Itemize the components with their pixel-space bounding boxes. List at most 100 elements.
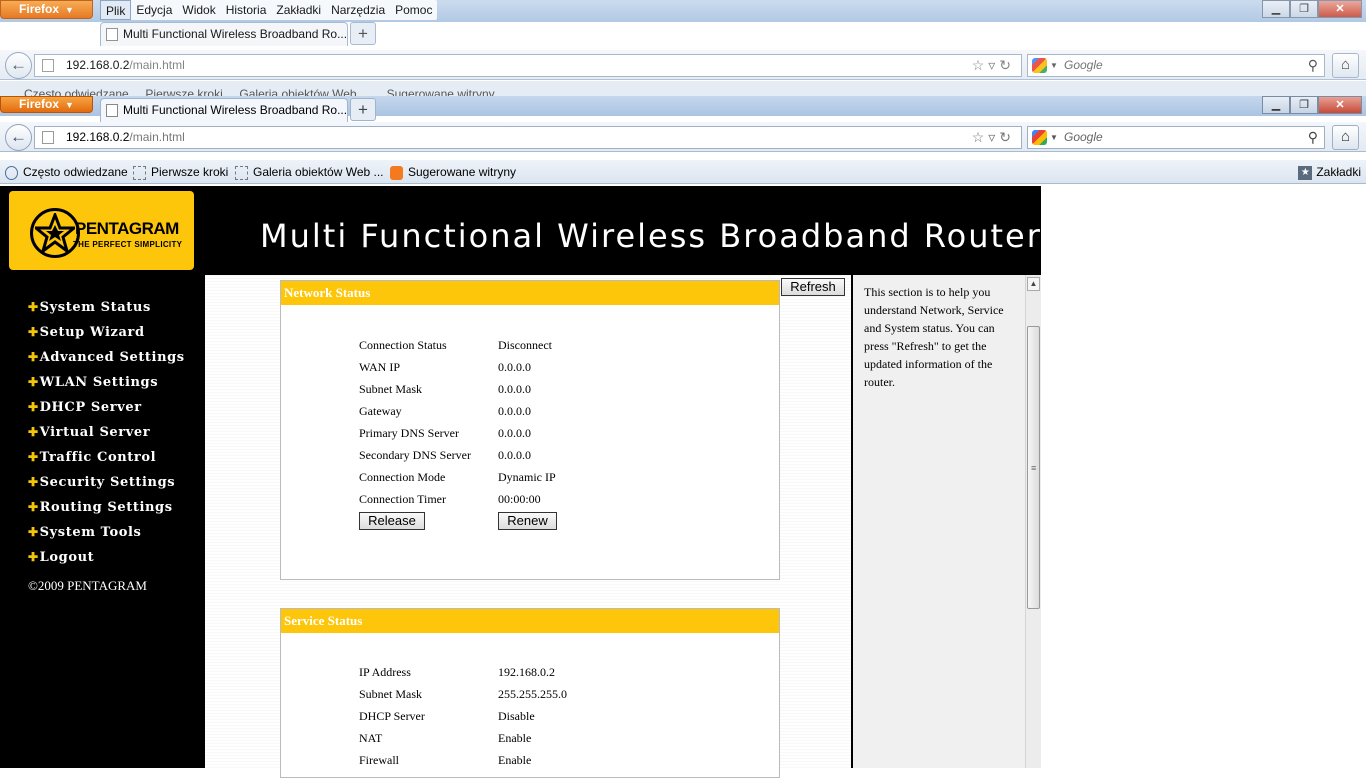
main-content: Refresh Network Status Connection Status… (205, 275, 851, 778)
new-tab-button[interactable]: + (350, 22, 376, 45)
value-nat: Enable (498, 731, 532, 745)
value-connection-status: Disconnect (498, 338, 552, 352)
nav-dhcp-server[interactable]: ✚DHCP Server (28, 400, 142, 415)
home-button[interactable]: ⌂ (1332, 125, 1359, 150)
value-subnet-mask: 0.0.0.0 (498, 382, 531, 396)
bullet-icon: ✚ (28, 425, 39, 439)
release-button[interactable]: Release (359, 512, 425, 530)
search-bar[interactable]: ▼ Google ⚲ (1027, 54, 1325, 77)
scroll-up-arrow-icon[interactable]: ▲ (1027, 277, 1040, 291)
nav-advanced-settings[interactable]: ✚Advanced Settings (28, 350, 185, 365)
nav-label: Routing Settings (39, 500, 173, 515)
value-secondary-dns: 0.0.0.0 (498, 448, 531, 462)
nav-label: DHCP Server (39, 400, 142, 415)
back-button[interactable]: ← (5, 124, 32, 151)
value-primary-dns: 0.0.0.0 (498, 426, 531, 440)
label-subnet-mask: Subnet Mask (359, 687, 422, 701)
pentagram-logo: PENTAGRAM THE PERFECT SIMPLICITY (9, 191, 194, 270)
home-button[interactable]: ⌂ (1332, 53, 1359, 78)
bullet-icon: ✚ (28, 450, 39, 464)
help-scrollbar[interactable]: ▲ ≡ (1025, 275, 1041, 768)
bullet-icon: ✚ (28, 400, 39, 414)
help-text: This section is to help you understand N… (864, 285, 1004, 389)
nav-logout[interactable]: ✚Logout (28, 550, 94, 565)
nav-virtual-server[interactable]: ✚Virtual Server (28, 425, 150, 440)
nav-label: Security Settings (39, 475, 176, 490)
nav-routing-settings[interactable]: ✚Routing Settings (28, 500, 173, 515)
bookmark-sugerowane[interactable]: Sugerowane witryny (390, 164, 516, 180)
bookmarks-toolbar: Często odwiedzane Pierwsze kroki Galeria… (0, 160, 1366, 184)
nav-system-tools[interactable]: ✚System Tools (28, 525, 141, 540)
new-tab-button[interactable]: + (350, 98, 376, 121)
site-identity-icon[interactable] (42, 131, 54, 144)
value-ip-address: 192.168.0.2 (498, 665, 555, 679)
search-icon[interactable]: ⚲ (1308, 127, 1318, 148)
nav-traffic-control[interactable]: ✚Traffic Control (28, 450, 156, 465)
label-connection-status: Connection Status (359, 338, 447, 352)
url-host: 192.168.0.2 (66, 130, 130, 144)
minimize-button[interactable]: ▁ (1262, 0, 1290, 18)
search-placeholder: Google (1064, 130, 1103, 144)
site-identity-icon[interactable] (42, 59, 54, 72)
browser-chrome-ghost: Firefox ▼ Plik Edycja Widok Historia Zakł… (0, 0, 1366, 96)
bookmark-pierwsze-kroki[interactable]: Pierwsze kroki (133, 164, 228, 180)
label-connection-timer: Connection Timer (359, 492, 447, 506)
tab-router[interactable]: Multi Functional Wireless Broadband Ro..… (100, 98, 348, 122)
search-bar[interactable]: ▼ Google ⚲ (1027, 126, 1325, 149)
nav-setup-wizard[interactable]: ✚Setup Wizard (28, 325, 145, 340)
firefox-menu-button[interactable]: Firefox ▼ (0, 0, 93, 19)
menu-zakladki[interactable]: Zakładki (271, 0, 326, 20)
label-subnet-mask: Subnet Mask (359, 382, 422, 396)
nav-security-settings[interactable]: ✚Security Settings (28, 475, 175, 490)
menu-widok[interactable]: Widok (177, 0, 220, 20)
nav-system-status[interactable]: ✚System Status (28, 300, 151, 315)
bullet-icon: ✚ (28, 500, 39, 514)
url-bar[interactable]: 192.168.0.2/main.html ☆▿↻ (34, 126, 1022, 149)
url-bar[interactable]: 192.168.0.2/main.html ☆▿↻ (34, 54, 1022, 77)
google-icon[interactable] (1032, 130, 1047, 145)
nav-label: Logout (39, 550, 95, 565)
bookmark-czesto-odwiedzane[interactable]: Często odwiedzane (5, 164, 128, 180)
bullet-icon: ✚ (28, 300, 39, 314)
menu-historia[interactable]: Historia (221, 0, 272, 20)
value-connection-mode: Dynamic IP (498, 470, 556, 484)
bookmark-galeria[interactable]: Galeria obiektów Web ... (235, 164, 384, 180)
bookmark-star-icon[interactable]: ☆▿↻ (972, 127, 1015, 148)
pentagram-star-icon (30, 208, 80, 258)
suggested-sites-icon (390, 165, 403, 180)
router-page: PENTAGRAM THE PERFECT SIMPLICITY Multi F… (0, 186, 1042, 778)
menu-narzedzia[interactable]: Narzędzia (326, 0, 390, 20)
renew-button[interactable]: Renew (498, 512, 557, 530)
menu-edycja[interactable]: Edycja (131, 0, 177, 20)
scrollbar-thumb[interactable]: ≡ (1027, 326, 1040, 609)
search-icon[interactable]: ⚲ (1308, 55, 1318, 76)
maximize-button[interactable]: ❐ (1290, 0, 1318, 18)
bullet-icon: ✚ (28, 350, 39, 364)
smart-folder-icon (5, 165, 18, 180)
bookmark-star-icon[interactable]: ☆▿↻ (972, 55, 1015, 76)
google-icon[interactable] (1032, 58, 1047, 73)
value-gateway: 0.0.0.0 (498, 404, 531, 418)
bullet-icon: ✚ (28, 375, 39, 389)
menu-plik[interactable]: Plik (100, 0, 132, 20)
empty-viewport-area (1041, 186, 1366, 768)
tab-strip: Multi Functional Wireless Broadband Ro..… (0, 98, 1366, 122)
page-title: Multi Functional Wireless Broadband Rout… (260, 217, 1042, 255)
url-host: 192.168.0.2 (66, 58, 130, 72)
navigation-bar: ← 192.168.0.2/main.html ☆▿↻ ▼ Google ⚲ ⌂ (0, 50, 1366, 80)
menu-pomoc[interactable]: Pomoc (390, 0, 437, 20)
sidebar: ✚System Status ✚Setup Wizard ✚Advanced S… (0, 275, 205, 768)
nav-label: System Tools (39, 525, 142, 540)
search-placeholder: Google (1064, 58, 1103, 72)
brand-tagline: THE PERFECT SIMPLICITY (73, 240, 183, 249)
tab-router[interactable]: Multi Functional Wireless Broadband Ro..… (100, 22, 348, 46)
back-button[interactable]: ← (5, 52, 32, 79)
bookmarks-menu-button[interactable]: ★ Zakładki (1298, 164, 1361, 180)
nav-wlan-settings[interactable]: ✚WLAN Settings (28, 375, 158, 390)
bullet-icon: ✚ (28, 525, 39, 539)
bookmark-label: Często odwiedzane (23, 165, 128, 179)
refresh-button[interactable]: Refresh (781, 278, 845, 296)
tab-title: Multi Functional Wireless Broadband Ro..… (123, 27, 348, 41)
bookmark-label: Pierwsze kroki (151, 165, 229, 179)
close-button[interactable]: ✕ (1318, 0, 1362, 18)
